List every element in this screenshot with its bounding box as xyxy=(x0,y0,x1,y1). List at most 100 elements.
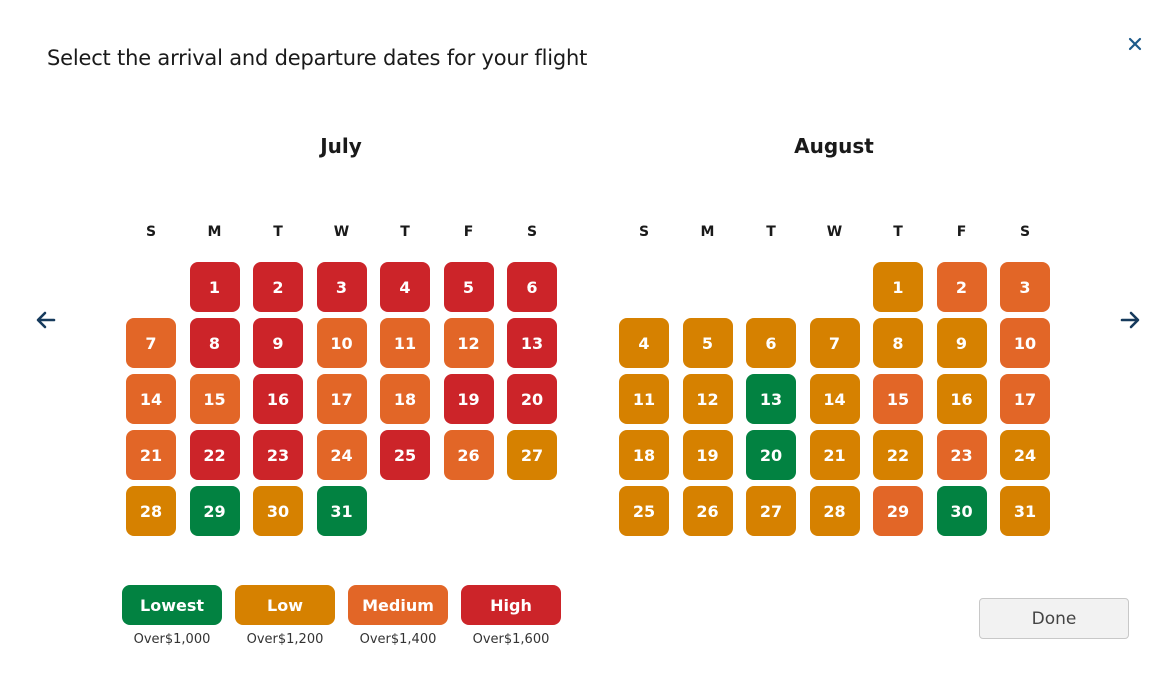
legend-item-lowest: Lowest Over$1,000 xyxy=(122,585,222,647)
day-cell[interactable]: 1 xyxy=(189,262,240,312)
day-cell[interactable]: 11 xyxy=(619,374,669,424)
day-cell[interactable]: 26 xyxy=(443,430,494,480)
day-grid: 1 2 3 4 5 6 7 8 9 10 11 12 13 14 15 16 17 18 19 20 21 22 23 24 2… xyxy=(126,262,561,536)
day-cell[interactable]: 5 xyxy=(443,262,494,312)
next-month-button[interactable] xyxy=(1118,308,1142,332)
day-cell[interactable]: 1 xyxy=(873,262,923,312)
day-cell[interactable]: 6 xyxy=(746,318,796,368)
day-cell[interactable]: 21 xyxy=(126,430,176,480)
day-cell[interactable]: 2 xyxy=(936,262,987,312)
day-cell[interactable]: 21 xyxy=(809,430,860,480)
day-cell[interactable]: 29 xyxy=(873,486,923,536)
day-cell[interactable]: 8 xyxy=(189,318,240,368)
price-legend: Lowest Over$1,000 Low Over$1,200 Medium Over$… xyxy=(122,585,561,647)
day-cell[interactable]: 17 xyxy=(1000,374,1050,424)
day-cell[interactable]: 22 xyxy=(189,430,240,480)
empty-cell xyxy=(810,262,860,312)
day-cell[interactable]: 7 xyxy=(126,318,176,368)
day-cell[interactable]: 24 xyxy=(316,430,367,480)
month-title: July xyxy=(320,134,362,158)
day-cell[interactable]: 24 xyxy=(1000,430,1050,480)
day-cell[interactable]: 7 xyxy=(809,318,860,368)
day-grid: 1 2 3 4 5 6 7 8 9 10 11 12 13 14 15 16 17 18 19 20 21 22 23 24 2… xyxy=(619,262,1054,536)
legend-chip: Low xyxy=(235,585,335,625)
day-cell[interactable]: 8 xyxy=(873,318,923,368)
day-cell[interactable]: 14 xyxy=(809,374,860,424)
empty-cell xyxy=(746,262,796,312)
arrow-left-icon xyxy=(36,311,56,329)
done-button[interactable]: Done xyxy=(979,598,1129,639)
weekday-label: T xyxy=(400,224,410,240)
day-cell[interactable]: 16 xyxy=(936,374,987,424)
legend-chip: Lowest xyxy=(122,585,222,625)
day-cell[interactable]: 14 xyxy=(126,374,176,424)
day-cell[interactable]: 17 xyxy=(316,374,367,424)
day-cell[interactable]: 30 xyxy=(936,486,987,536)
day-cell[interactable]: 19 xyxy=(443,374,494,424)
day-cell[interactable]: 19 xyxy=(682,430,733,480)
day-cell[interactable]: 25 xyxy=(619,486,669,536)
day-cell[interactable]: 18 xyxy=(380,374,430,424)
weekday-label: W xyxy=(333,224,350,240)
day-cell[interactable]: 16 xyxy=(253,374,303,424)
legend-price: Over$1,000 xyxy=(133,632,211,647)
day-cell[interactable]: 9 xyxy=(936,318,987,368)
day-cell[interactable]: 15 xyxy=(189,374,240,424)
day-cell[interactable]: 23 xyxy=(253,430,303,480)
day-cell[interactable]: 6 xyxy=(507,262,557,312)
day-cell[interactable]: 4 xyxy=(619,318,669,368)
day-cell[interactable]: 18 xyxy=(619,430,669,480)
previous-month-button[interactable] xyxy=(34,308,58,332)
day-cell[interactable]: 4 xyxy=(380,262,430,312)
weekday-label: S xyxy=(145,224,157,240)
day-cell[interactable]: 13 xyxy=(507,318,557,368)
day-cell[interactable]: 30 xyxy=(253,486,303,536)
day-cell[interactable]: 5 xyxy=(682,318,733,368)
day-cell[interactable]: 12 xyxy=(682,374,733,424)
day-cell[interactable]: 10 xyxy=(1000,318,1050,368)
day-cell[interactable]: 20 xyxy=(507,374,557,424)
day-cell[interactable]: 31 xyxy=(316,486,367,536)
day-cell[interactable]: 11 xyxy=(380,318,430,368)
legend-chip: Medium xyxy=(348,585,448,625)
legend-chip: High xyxy=(461,585,561,625)
day-cell[interactable]: 28 xyxy=(809,486,860,536)
weekday-label: F xyxy=(956,224,967,240)
day-cell[interactable]: 3 xyxy=(1000,262,1050,312)
weekday-header: SMTWTFS xyxy=(619,224,1054,244)
day-cell[interactable]: 13 xyxy=(746,374,796,424)
empty-cell xyxy=(126,262,176,312)
day-cell[interactable]: 3 xyxy=(316,262,367,312)
empty-cell xyxy=(683,262,733,312)
close-button[interactable] xyxy=(1124,33,1146,55)
weekday-label: S xyxy=(526,224,538,240)
day-cell[interactable]: 31 xyxy=(1000,486,1050,536)
day-cell[interactable]: 9 xyxy=(253,318,303,368)
day-cell[interactable]: 28 xyxy=(126,486,176,536)
weekday-label: T xyxy=(893,224,903,240)
weekday-label: T xyxy=(273,224,283,240)
day-cell[interactable]: 15 xyxy=(873,374,923,424)
day-cell[interactable]: 25 xyxy=(380,430,430,480)
day-cell[interactable]: 27 xyxy=(507,430,557,480)
dialog-title: Select the arrival and departure dates f… xyxy=(47,46,588,70)
weekday-label: F xyxy=(463,224,474,240)
legend-price: Over$1,200 xyxy=(246,632,324,647)
day-cell[interactable]: 27 xyxy=(746,486,796,536)
day-cell[interactable]: 20 xyxy=(746,430,796,480)
weekday-label: S xyxy=(1019,224,1031,240)
legend-price: Over$1,600 xyxy=(472,632,550,647)
month-august: August SMTWTFS 1 2 3 4 5 6 7 8 9 10 11 12 13 14 15 16 17… xyxy=(614,134,1054,536)
weekday-label: W xyxy=(826,224,843,240)
close-icon xyxy=(1128,37,1142,51)
legend-item-medium: Medium Over$1,400 xyxy=(348,585,448,647)
legend-item-low: Low Over$1,200 xyxy=(235,585,335,647)
day-cell[interactable]: 22 xyxy=(873,430,923,480)
day-cell[interactable]: 12 xyxy=(443,318,494,368)
day-cell[interactable]: 23 xyxy=(936,430,987,480)
day-cell[interactable]: 26 xyxy=(682,486,733,536)
day-cell[interactable]: 29 xyxy=(189,486,240,536)
day-cell[interactable]: 10 xyxy=(316,318,367,368)
legend-price: Over$1,400 xyxy=(359,632,437,647)
day-cell[interactable]: 2 xyxy=(253,262,303,312)
